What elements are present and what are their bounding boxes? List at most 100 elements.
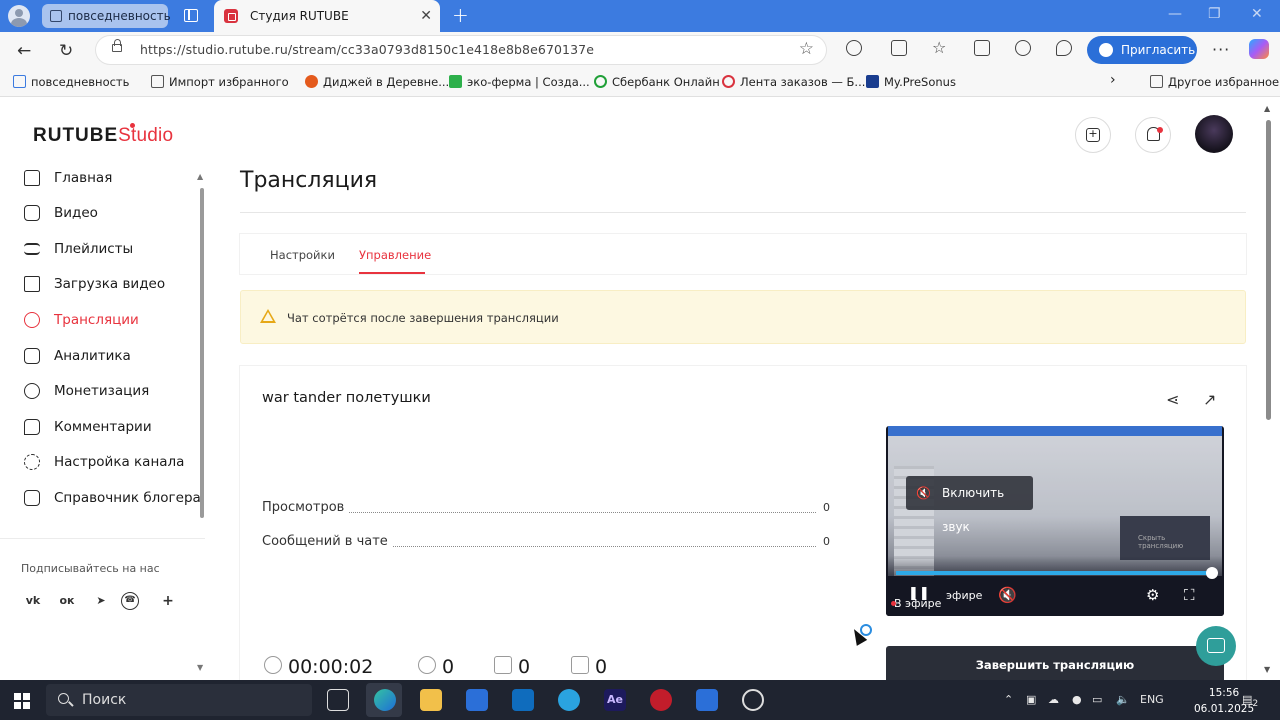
obs-icon[interactable] bbox=[742, 689, 764, 711]
taskbar-search[interactable]: Поиск bbox=[46, 684, 312, 716]
invite-button[interactable]: Пригласить bbox=[1087, 36, 1197, 64]
bookmark-item[interactable]: повседневность bbox=[13, 75, 129, 89]
favorites-icon[interactable]: ☆ bbox=[932, 38, 948, 57]
close-tab-icon[interactable]: ✕ bbox=[420, 0, 432, 32]
task-view-icon[interactable] bbox=[327, 689, 349, 711]
feedback-icon[interactable] bbox=[1056, 40, 1072, 56]
copilot-icon[interactable] bbox=[1249, 39, 1269, 59]
taskbar-search-label: Поиск bbox=[82, 692, 127, 708]
odnoklassniki-icon[interactable]: ок bbox=[54, 588, 80, 614]
rutube-studio-logo[interactable]: RUTUBEStudio bbox=[33, 123, 173, 147]
close-window-icon[interactable]: ✕ bbox=[1251, 6, 1263, 22]
notification-dot bbox=[1157, 127, 1163, 133]
notification-center-icon[interactable]: ▤2 bbox=[1242, 693, 1258, 709]
channel-avatar[interactable] bbox=[1195, 115, 1233, 153]
back-icon[interactable]: ← bbox=[17, 41, 31, 61]
refresh-icon[interactable]: ↻ bbox=[59, 41, 73, 61]
share-icon[interactable]: ⋖ bbox=[1166, 390, 1184, 409]
sidebar-item-monetization[interactable]: Монетизация bbox=[22, 379, 149, 403]
microphone-icon[interactable]: ● bbox=[1072, 693, 1082, 706]
progress-knob[interactable] bbox=[1206, 567, 1218, 579]
maximize-icon[interactable]: ❐ bbox=[1208, 6, 1221, 22]
unmute-button[interactable]: 🔇 Включить звук bbox=[906, 476, 1033, 534]
more-socials-icon[interactable]: + bbox=[155, 588, 181, 614]
dislike-icon[interactable] bbox=[571, 656, 589, 674]
extensions-icon[interactable] bbox=[846, 40, 862, 56]
bookmark-item[interactable]: Диджей в Деревне... bbox=[305, 75, 449, 89]
viber-icon[interactable]: ☎ bbox=[121, 592, 139, 610]
more-menu-icon[interactable]: ··· bbox=[1212, 40, 1230, 59]
workspace-tab[interactable]: повседневность bbox=[42, 4, 171, 28]
tab-settings[interactable]: Настройки bbox=[270, 248, 335, 262]
game-app-icon[interactable] bbox=[650, 689, 672, 711]
create-button[interactable]: + bbox=[1075, 117, 1111, 153]
store-icon[interactable] bbox=[466, 689, 488, 711]
like-icon[interactable] bbox=[494, 656, 512, 674]
live-label-overlay: эфире bbox=[946, 589, 983, 602]
profile-icon[interactable] bbox=[8, 5, 30, 27]
open-external-icon[interactable]: ↗ bbox=[1203, 390, 1221, 409]
bookmark-item[interactable]: Сбербанк Онлайн bbox=[594, 75, 720, 89]
sidebar-item-video[interactable]: Видео bbox=[22, 201, 98, 225]
settings-gear-icon[interactable]: ⚙ bbox=[1146, 586, 1159, 604]
page-scroll-down-icon[interactable]: ▼ bbox=[1264, 665, 1270, 674]
scroll-up-icon[interactable]: ▲ bbox=[197, 172, 203, 181]
fullscreen-icon[interactable]: ⛶ bbox=[1184, 586, 1195, 604]
windows-start-icon[interactable] bbox=[14, 693, 30, 709]
page-scroll-up-icon[interactable]: ▲ bbox=[1264, 104, 1270, 113]
sidebar-item-home[interactable]: Главная bbox=[22, 166, 112, 190]
cloud-icon[interactable]: ☁ bbox=[1048, 693, 1059, 706]
edge-icon[interactable] bbox=[374, 689, 396, 711]
sidebar-item-channel-settings[interactable]: Настройка канала bbox=[22, 450, 184, 474]
sidebar-item-analytics[interactable]: Аналитика bbox=[22, 344, 131, 368]
sidebar-item-comments[interactable]: Комментарии bbox=[22, 415, 152, 439]
sidebar-item-help[interactable]: Справочник блогера bbox=[22, 486, 201, 510]
language-indicator[interactable]: ENG bbox=[1140, 693, 1164, 706]
sidebar-item-broadcasts[interactable]: Трансляции bbox=[22, 308, 139, 332]
sidebar-item-playlists[interactable]: Плейлисты bbox=[22, 237, 133, 261]
stat-value: 0 bbox=[823, 535, 830, 548]
video-player[interactable]: Скрыть трансляцию 🔇 Включить звук ❚❚ эфи… bbox=[886, 426, 1224, 616]
warning-banner: Чат сотрётся после завершения трансляции bbox=[240, 290, 1246, 344]
favorite-star-icon[interactable]: ☆ bbox=[799, 39, 814, 59]
new-tab-button[interactable]: + bbox=[452, 3, 469, 27]
sidebar-scroll-thumb[interactable] bbox=[200, 188, 204, 518]
support-chat-button[interactable] bbox=[1196, 626, 1236, 666]
sidebar-item-upload[interactable]: Загрузка видео bbox=[22, 272, 165, 296]
outlook-icon[interactable] bbox=[512, 689, 534, 711]
tray-app-icon[interactable]: ▣ bbox=[1026, 693, 1036, 706]
tab-management[interactable]: Управление bbox=[359, 248, 431, 262]
tab-rutube-studio[interactable]: Студия RUTUBE ✕ bbox=[214, 0, 440, 32]
bookmark-item[interactable]: эко-ферма | Созда... bbox=[449, 75, 590, 89]
bookmarks-overflow-chevron-icon[interactable]: › bbox=[1110, 72, 1116, 88]
minimize-icon[interactable]: — bbox=[1168, 6, 1182, 22]
bookmark-item[interactable]: My.PreSonus bbox=[866, 75, 956, 89]
page-scrollbar[interactable]: ▲ ▼ bbox=[1264, 104, 1274, 674]
file-explorer-icon[interactable] bbox=[420, 689, 442, 711]
player-progress-bar[interactable] bbox=[896, 567, 1218, 579]
speaker-icon[interactable]: 🔈 bbox=[1116, 693, 1130, 706]
url-field[interactable]: https://studio.rutube.ru/stream/cc33a079… bbox=[96, 36, 826, 64]
help-icon bbox=[24, 490, 40, 506]
page-scroll-thumb[interactable] bbox=[1266, 120, 1271, 420]
scroll-down-icon[interactable]: ▼ bbox=[197, 663, 203, 672]
tray-overflow-chevron-icon[interactable]: ⌃ bbox=[1004, 693, 1013, 706]
telegram-app-icon[interactable] bbox=[558, 689, 580, 711]
volume-muted-icon[interactable]: 🔇 bbox=[998, 586, 1017, 604]
bookmark-item[interactable]: Импорт избранного bbox=[151, 75, 289, 89]
split-screen-icon[interactable] bbox=[891, 40, 907, 56]
other-bookmarks-folder[interactable]: Другое избранное bbox=[1150, 75, 1279, 89]
sidebar-scrollbar[interactable]: ▲ ▼ bbox=[197, 172, 207, 672]
vk-icon[interactable]: vk bbox=[20, 588, 46, 614]
browser-essentials-icon[interactable] bbox=[1015, 40, 1031, 56]
tab-actions-icon[interactable] bbox=[184, 9, 198, 22]
lock-icon[interactable] bbox=[112, 39, 122, 52]
telegram-icon[interactable]: ➤ bbox=[88, 588, 114, 614]
notifications-button[interactable] bbox=[1135, 117, 1171, 153]
battery-icon[interactable]: ▭ bbox=[1092, 693, 1102, 706]
after-effects-icon[interactable]: Ae bbox=[604, 689, 626, 711]
collections-icon[interactable] bbox=[974, 40, 990, 56]
end-stream-button[interactable]: Завершить трансляцию bbox=[886, 646, 1224, 680]
remote-app-icon[interactable] bbox=[696, 689, 718, 711]
bookmark-item[interactable]: Лента заказов — Б... bbox=[722, 75, 865, 89]
